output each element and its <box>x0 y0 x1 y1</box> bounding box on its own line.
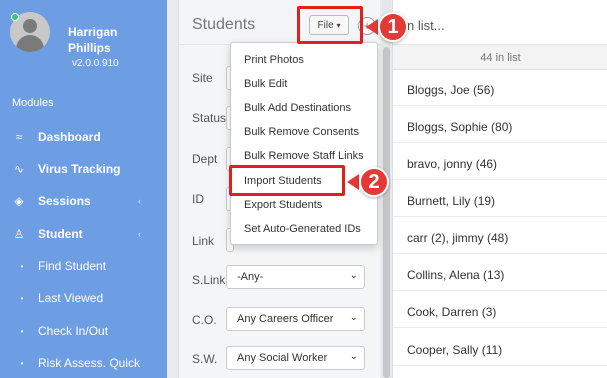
sidebar-item-dashboard[interactable]: ≈ Dashboard <box>0 121 167 153</box>
app-version: v2.0.0.910 <box>72 58 119 69</box>
list-count: 44 in list <box>393 44 607 70</box>
layers-icon: ◈ <box>14 194 24 208</box>
slink-select-value: -Any- <box>237 271 264 283</box>
step-1-number: 1 <box>378 12 408 42</box>
online-status-icon <box>11 13 19 21</box>
list-item[interactable]: Bloggs, Joe (56) <box>393 74 607 106</box>
pulse-icon: ∿ <box>13 162 25 176</box>
slink-select[interactable]: -Any- ⌄ <box>226 265 365 289</box>
sidebar-item-sessions[interactable]: ◈ Sessions ‹ <box>0 185 167 217</box>
social-worker-select-value: Any Social Worker <box>237 352 328 364</box>
scrollbar-thumb[interactable] <box>383 47 390 378</box>
chevron-left-icon: ‹ <box>138 196 141 206</box>
filter-label-co: C.O. <box>192 313 217 327</box>
file-dropdown-menu: Print Photos Bulk Edit Bulk Add Destinat… <box>230 42 378 245</box>
menu-item-bulk-edit[interactable]: Bulk Edit <box>231 72 379 96</box>
list-item[interactable]: Cook, Darren (3) <box>393 296 607 328</box>
sidebar-item-label: Student <box>38 227 83 241</box>
sidebar-item-risk-assess-quick[interactable]: • Risk Assess. Quick <box>0 347 167 378</box>
sidebar-item-label: Check In/Out <box>38 324 109 338</box>
filter-label-dept: Dept <box>192 152 218 166</box>
filter-label-slink: S.Link <box>192 273 226 287</box>
filter-label-site: Site <box>192 71 213 85</box>
list-item[interactable]: carr (2), jimmy (48) <box>393 222 607 254</box>
list-search-input[interactable]: n list... <box>407 18 445 33</box>
social-worker-select[interactable]: Any Social Worker ⌄ <box>226 346 365 370</box>
sidebar-item-label: Dashboard <box>38 130 101 144</box>
bullet-icon: • <box>20 326 24 336</box>
highlight-file-button <box>297 6 363 44</box>
sidebar-item-find-student[interactable]: • Find Student <box>0 250 167 282</box>
sidebar-item-last-viewed[interactable]: • Last Viewed <box>0 282 167 314</box>
sidebar-item-label: Find Student <box>38 259 107 273</box>
step-1-badge: 1 <box>366 12 408 42</box>
list-item[interactable]: Burnett, Lily (19) <box>393 185 607 217</box>
menu-item-bulk-remove-consents[interactable]: Bulk Remove Consents <box>231 120 379 144</box>
bullet-icon: • <box>20 261 24 271</box>
chevron-down-icon: ⌄ <box>349 312 358 323</box>
filter-label-link: Link <box>192 234 215 248</box>
filter-label-status: Status <box>192 111 227 125</box>
chevron-down-icon: ⌄ <box>349 270 358 281</box>
user-name[interactable]: Harrigan Phillips <box>68 24 148 56</box>
chevron-left-icon: ‹ <box>138 229 141 239</box>
filter-label-id: ID <box>192 192 204 206</box>
people-icon: ♙ <box>13 227 25 241</box>
sidebar-item-label: Risk Assess. Quick <box>38 356 141 370</box>
bullet-icon: • <box>20 293 24 303</box>
activity-icon: ≈ <box>15 130 23 144</box>
filter-label-sw: S.W. <box>192 352 218 366</box>
bullet-icon: • <box>20 358 24 368</box>
step-2-number: 2 <box>359 167 389 197</box>
menu-item-set-auto-generated-ids[interactable]: Set Auto-Generated IDs <box>231 217 379 241</box>
sidebar-item-label: Sessions <box>38 194 91 208</box>
list-item[interactable]: bravo, jonny (46) <box>393 148 607 180</box>
careers-officer-select-value: Any Careers Officer <box>237 313 334 325</box>
student-list-panel: n list... 44 in list Bloggs, Joe (56) Bl… <box>392 0 607 378</box>
highlight-import-students <box>229 165 345 196</box>
step-2-badge: 2 <box>347 167 389 197</box>
sidebar-item-virus-tracking[interactable]: ∿ Virus Tracking <box>0 153 167 185</box>
sidebar-item-label: Last Viewed <box>38 291 104 305</box>
menu-item-print-photos[interactable]: Print Photos <box>231 48 379 72</box>
sidebar-item-check-in-out[interactable]: • Check In/Out <box>0 315 167 347</box>
list-item[interactable]: Collins, Alena (13) <box>393 259 607 291</box>
menu-item-bulk-add-destinations[interactable]: Bulk Add Destinations <box>231 96 379 120</box>
careers-officer-select[interactable]: Any Careers Officer ⌄ <box>226 307 365 331</box>
sidebar-item-student[interactable]: ♙ Student ‹ <box>0 218 167 250</box>
sidebar: Harrigan Phillips v2.0.0.910 Modules ≈ D… <box>0 0 167 378</box>
list-item[interactable]: Cooper, Sally (11) <box>393 334 607 366</box>
page-title: Students <box>192 16 256 33</box>
chevron-down-icon: ⌄ <box>349 351 358 362</box>
sidebar-item-label: Virus Tracking <box>38 162 121 176</box>
modules-heading: Modules <box>12 97 54 109</box>
list-item[interactable]: Bloggs, Sophie (80) <box>393 111 607 143</box>
